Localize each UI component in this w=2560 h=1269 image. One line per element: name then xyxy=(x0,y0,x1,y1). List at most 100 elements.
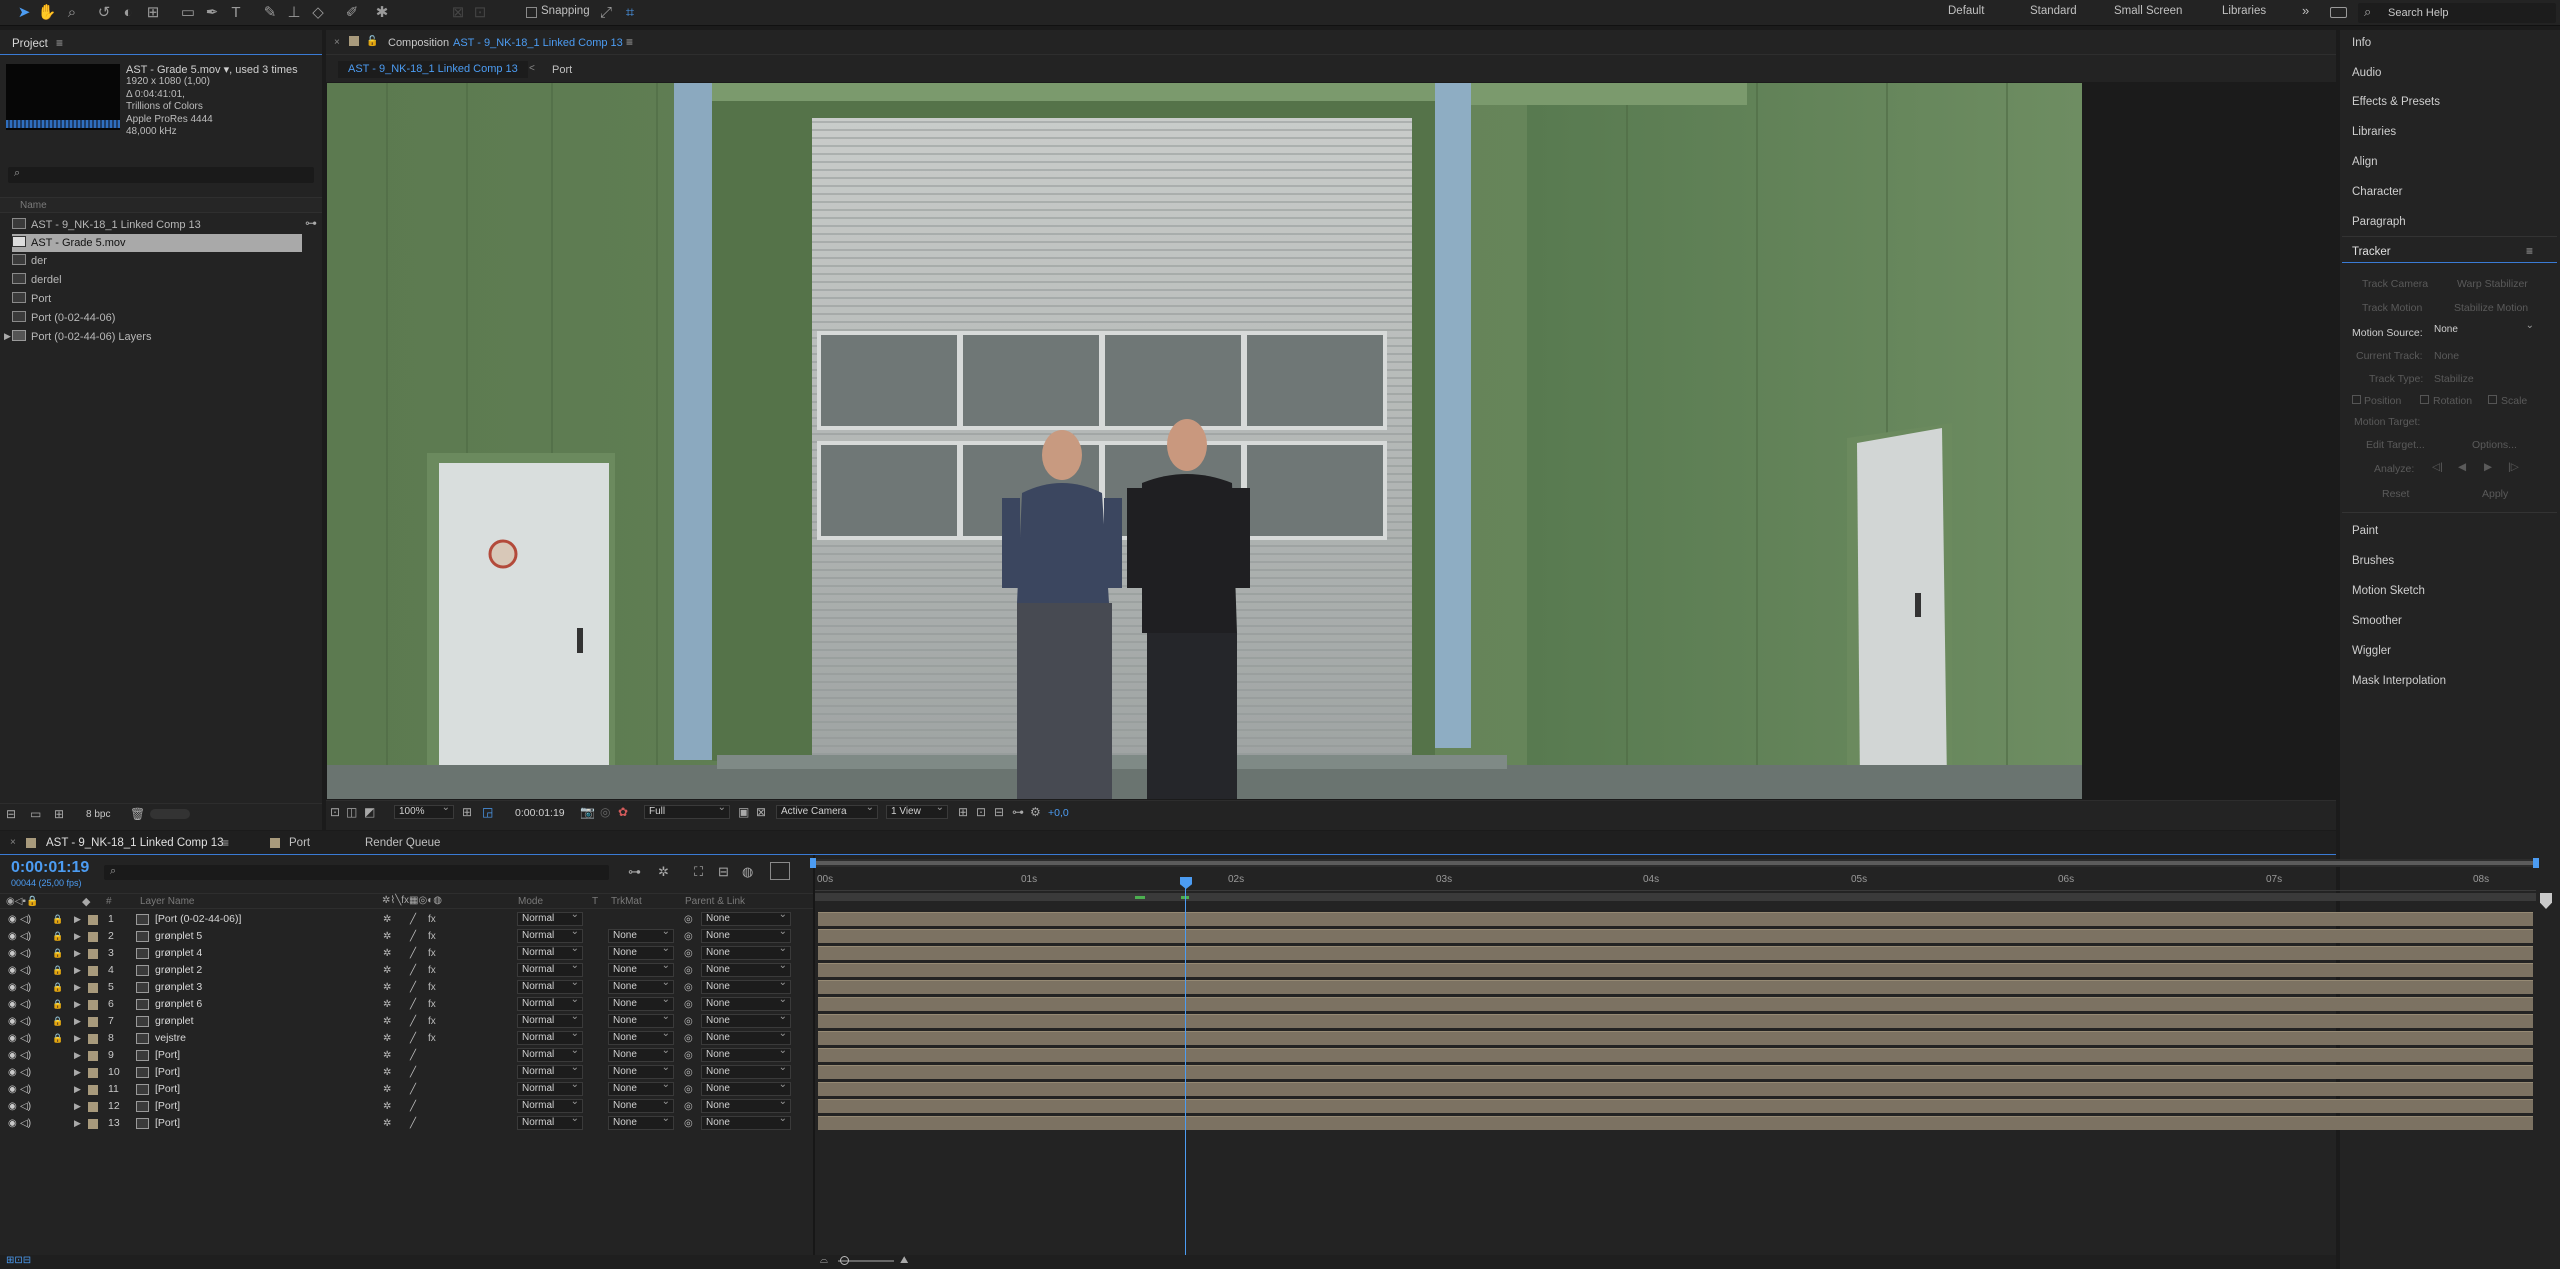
parent-dropdown[interactable]: None xyxy=(701,943,791,960)
pen-tool-icon[interactable]: ✒ xyxy=(202,3,222,23)
audio-speaker-icon[interactable]: ◁) xyxy=(20,945,31,962)
quality-switch-icon[interactable]: ╱ xyxy=(410,1013,416,1030)
shy-switch-icon[interactable]: ✲ xyxy=(383,962,391,979)
position-checkbox[interactable] xyxy=(2352,395,2361,404)
blend-mode-dropdown[interactable]: Normal xyxy=(517,1062,583,1079)
work-area-start-handle[interactable] xyxy=(810,858,816,868)
project-item-selected[interactable]: AST - Grade 5.mov xyxy=(12,234,302,252)
layer-duration-bar[interactable] xyxy=(818,946,2533,960)
audio-speaker-icon[interactable]: ◁) xyxy=(20,979,31,996)
layer-duration-bar[interactable] xyxy=(818,1048,2533,1062)
parent-dropdown[interactable]: None xyxy=(701,1011,791,1028)
hand-tool-icon[interactable]: ✋ xyxy=(37,3,57,23)
shy-switch-icon[interactable]: ✲ xyxy=(383,979,391,996)
tracker-panel-tab[interactable]: Tracker xyxy=(2352,246,2391,258)
viewer-timecode[interactable]: 0:00:01:19 xyxy=(515,807,565,819)
bit-depth-button[interactable]: 8 bpc xyxy=(86,809,110,820)
warp-stabilizer-button[interactable]: Warp Stabilizer xyxy=(2457,278,2528,290)
layer-duration-bar[interactable] xyxy=(818,912,2533,926)
layer-row[interactable]: ◉◁) 🔒 ▶ 5 grønplet 3 ✲ ╱ fx Normal None ◎ None xyxy=(0,977,815,996)
rotation-checkbox[interactable] xyxy=(2420,395,2429,404)
zoom-dropdown[interactable]: 100% xyxy=(394,802,454,819)
fx-switch-icon[interactable]: fx xyxy=(428,979,436,996)
blend-mode-dropdown[interactable]: Normal xyxy=(517,977,583,994)
exposure-value[interactable]: +0,0 xyxy=(1048,807,1069,819)
layer-duration-bar[interactable] xyxy=(818,1116,2533,1130)
visibility-eye-icon[interactable]: ◉ xyxy=(8,945,17,962)
audio-speaker-icon[interactable]: ◁) xyxy=(20,962,31,979)
fx-switch-icon[interactable]: fx xyxy=(428,928,436,945)
align-panel-tab[interactable]: Align xyxy=(2352,156,2378,168)
menu-icon[interactable]: ≡ xyxy=(56,36,63,50)
track-motion-button[interactable]: Track Motion xyxy=(2362,302,2422,314)
draft-3d-icon[interactable]: ✲ xyxy=(658,864,669,880)
trkmat-dropdown[interactable]: None xyxy=(608,994,674,1011)
reset-exposure-icon[interactable]: ⚙ xyxy=(1030,805,1041,819)
close-icon[interactable]: × xyxy=(334,37,340,48)
visibility-eye-icon[interactable]: ◉ xyxy=(8,911,17,928)
zoom-slider-thumb[interactable] xyxy=(840,1256,849,1265)
blend-mode-dropdown[interactable]: Normal xyxy=(517,960,583,977)
label-color-swatch[interactable] xyxy=(88,1102,98,1112)
label-color-swatch[interactable] xyxy=(88,1085,98,1095)
lock-icon[interactable]: 🔒 xyxy=(52,1030,63,1047)
new-composition-icon[interactable]: ⊞ xyxy=(54,807,64,821)
trkmat-dropdown[interactable]: None xyxy=(608,926,674,943)
timeline-icon[interactable]: ⊟ xyxy=(994,805,1004,819)
layer-row[interactable]: ◉◁) ▶ 11 [Port] ✲ ╱ Normal None ◎ None xyxy=(0,1079,815,1098)
track-type-dropdown[interactable]: Stabilize xyxy=(2434,373,2474,385)
current-track-dropdown[interactable]: None xyxy=(2434,350,2459,362)
project-item[interactable]: der xyxy=(12,252,302,270)
comp-panel-name[interactable]: AST - 9_NK-18_1 Linked Comp 13 xyxy=(453,37,623,49)
transparency-grid-icon[interactable]: ▣ xyxy=(738,805,749,819)
parent-dropdown[interactable]: None xyxy=(701,1079,791,1096)
pickwhip-icon[interactable]: ◎ xyxy=(684,1064,693,1081)
layer-name[interactable]: vejstre xyxy=(155,1030,186,1047)
blend-mode-dropdown[interactable]: Normal xyxy=(517,909,583,926)
audio-speaker-icon[interactable]: ◁) xyxy=(20,928,31,945)
label-color-swatch[interactable] xyxy=(88,949,98,959)
label-color-swatch[interactable] xyxy=(88,983,98,993)
audio-speaker-icon[interactable]: ◁) xyxy=(20,1115,31,1132)
parent-dropdown[interactable]: None xyxy=(701,977,791,994)
graph-editor-icon[interactable] xyxy=(770,862,790,880)
edit-target-button[interactable]: Edit Target... xyxy=(2366,439,2425,451)
parent-dropdown[interactable]: None xyxy=(701,1028,791,1045)
audio-panel-tab[interactable]: Audio xyxy=(2352,67,2381,79)
layer-row[interactable]: ◉◁) 🔒 ▶ 4 grønplet 2 ✲ ╱ fx Normal None ◎ None xyxy=(0,960,815,979)
pan-behind-tool-icon[interactable]: ⊞ xyxy=(143,3,163,23)
selected-item-name[interactable]: AST - Grade 5.mov ▾ xyxy=(126,64,229,76)
trkmat-dropdown[interactable]: None xyxy=(608,1028,674,1045)
audio-speaker-icon[interactable]: ◁) xyxy=(20,996,31,1013)
fx-switch-icon[interactable]: fx xyxy=(428,962,436,979)
parent-dropdown[interactable]: None xyxy=(701,909,791,926)
label-color-swatch[interactable] xyxy=(88,932,98,942)
composition-mini-flowchart-icon[interactable]: ⊶ xyxy=(628,864,641,880)
project-item[interactable]: Port (0-02-44-06) xyxy=(12,309,302,327)
scale-checkbox[interactable] xyxy=(2488,395,2497,404)
new-folder-icon[interactable]: ▭ xyxy=(30,807,41,821)
shy-switch-icon[interactable]: ✲ xyxy=(383,911,391,928)
zoom-tool-icon[interactable]: ⌕ xyxy=(62,3,82,23)
trkmat-dropdown[interactable]: None xyxy=(608,1113,674,1130)
options-button[interactable]: Options... xyxy=(2472,439,2517,451)
trkmat-dropdown[interactable]: None xyxy=(608,1096,674,1113)
fx-switch-icon[interactable]: fx xyxy=(428,911,436,928)
lock-icon[interactable]: 🔒 xyxy=(52,962,63,979)
shy-switch-icon[interactable]: ✲ xyxy=(383,1081,391,1098)
timeline-tab-port[interactable]: Port xyxy=(289,837,310,849)
expand-arrow-icon[interactable]: ▶ xyxy=(74,945,81,962)
smoother-panel-tab[interactable]: Smoother xyxy=(2352,615,2402,627)
quality-switch-icon[interactable]: ╱ xyxy=(410,1030,416,1047)
shy-switch-icon[interactable]: ✲ xyxy=(383,996,391,1013)
quality-switch-icon[interactable]: ╱ xyxy=(410,911,416,928)
fx-switch-icon[interactable]: fx xyxy=(428,1030,436,1047)
blend-mode-dropdown[interactable]: Normal xyxy=(517,994,583,1011)
channel-icon[interactable]: ✿ xyxy=(618,805,628,819)
layer-duration-bar[interactable] xyxy=(818,1099,2533,1113)
pickwhip-icon[interactable]: ◎ xyxy=(684,928,693,945)
parent-dropdown[interactable]: None xyxy=(701,1045,791,1062)
analyze-back-all-icon[interactable]: ◁| xyxy=(2432,461,2443,473)
brush-tool-icon[interactable]: ✎ xyxy=(260,3,280,23)
quality-switch-icon[interactable]: ╱ xyxy=(410,996,416,1013)
